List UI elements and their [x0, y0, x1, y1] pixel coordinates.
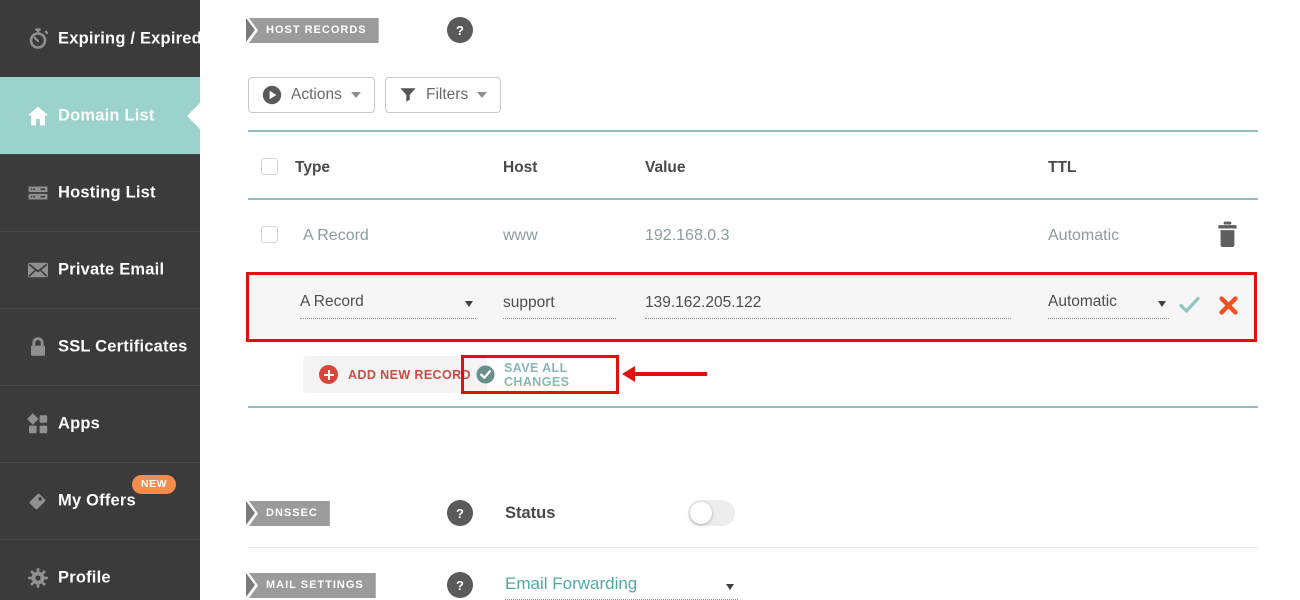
tag-icon [26, 489, 50, 513]
mail-settings-section-badge: MAIL SETTINGS [246, 573, 376, 598]
dnssec-status-toggle[interactable] [688, 500, 735, 526]
sidebar-item-label: Expiring / Expired [58, 29, 202, 47]
gear-icon [26, 566, 50, 590]
dnssec-status-label: Status [505, 504, 556, 522]
record-host-cell: www [503, 227, 538, 244]
filters-dropdown-button[interactable]: Filters [385, 77, 502, 113]
sidebar-item-label: Profile [58, 568, 111, 587]
ttl-select[interactable]: Automatic [1048, 290, 1169, 319]
sidebar-item-label: My Offers [58, 491, 136, 510]
actions-label: Actions [291, 86, 342, 103]
chevron-down-icon [726, 584, 734, 590]
dnssec-section-label: DNSSEC [248, 501, 330, 526]
sidebar-item-ssl-certificates[interactable]: SSL Certificates [0, 308, 200, 385]
new-badge: NEW [132, 475, 176, 494]
trash-icon[interactable] [1216, 221, 1239, 253]
save-all-changes-label: SAVE ALL CHANGES [504, 360, 570, 389]
column-header-type: Type [295, 159, 331, 176]
chevron-down-icon [465, 301, 473, 307]
dnssec-section-badge: DNSSEC [246, 501, 330, 526]
sidebar-item-profile[interactable]: Profile [0, 539, 200, 600]
select-all-checkbox[interactable] [261, 158, 278, 175]
check-circle-icon [476, 365, 495, 384]
lock-icon [26, 335, 50, 359]
actions-dropdown-button[interactable]: Actions [248, 77, 375, 113]
dnssec-help-icon[interactable]: ? [447, 500, 473, 526]
domain-management-page: Expiring / Expired Domain List Hosting L… [0, 0, 1300, 600]
host-input[interactable] [503, 290, 616, 316]
save-all-changes-button[interactable]: SAVE ALL CHANGES [464, 361, 616, 389]
annotation-arrow-line [633, 372, 707, 376]
host-records-section-badge: HOST RECORDS [246, 18, 379, 43]
toggle-knob [690, 502, 712, 524]
home-icon [26, 104, 50, 128]
plus-circle-icon [319, 365, 338, 384]
cancel-x-icon[interactable] [1219, 296, 1238, 320]
funnel-icon [399, 86, 417, 104]
dnssec-mail-divider [248, 547, 1258, 548]
value-input[interactable] [645, 290, 1011, 316]
record-type-value: A Record [300, 293, 364, 310]
sidebar-item-label: SSL Certificates [58, 337, 188, 356]
add-new-record-label: ADD NEW RECORD [348, 367, 471, 382]
chevron-down-icon [1158, 301, 1166, 307]
sidebar-item-private-email[interactable]: Private Email [0, 231, 200, 308]
server-icon [26, 181, 50, 205]
column-header-ttl: TTL [1048, 159, 1077, 176]
host-records-section-label: HOST RECORDS [248, 18, 379, 43]
table-top-divider [248, 130, 1258, 132]
filters-label: Filters [426, 86, 469, 103]
mail-settings-select[interactable]: Email Forwarding [505, 574, 738, 600]
save-annotation-box: SAVE ALL CHANGES [461, 355, 619, 394]
host-records-help-icon[interactable]: ? [447, 17, 473, 43]
mail-settings-section-label: MAIL SETTINGS [248, 573, 376, 598]
column-header-host: Host [503, 159, 538, 176]
record-value-cell: 192.168.0.3 [645, 227, 730, 244]
sidebar-item-label: Private Email [58, 260, 165, 279]
sidebar-item-hosting-list[interactable]: Hosting List [0, 154, 200, 231]
add-new-record-button[interactable]: ADD NEW RECORD [303, 356, 487, 393]
confirm-check-icon[interactable] [1179, 296, 1200, 319]
column-header-value: Value [645, 159, 686, 176]
sidebar-item-my-offers[interactable]: My Offers NEW [0, 462, 200, 539]
ttl-value: Automatic [1048, 293, 1117, 310]
apps-grid-icon [26, 412, 50, 436]
sidebar-item-label: Domain List [58, 106, 155, 124]
chevron-down-icon [477, 92, 488, 98]
envelope-icon [26, 258, 50, 282]
sidebar-item-label: Apps [58, 414, 101, 433]
sidebar-item-apps[interactable]: Apps [0, 385, 200, 462]
value-field [645, 290, 1011, 319]
record-type-cell: A Record [303, 227, 369, 244]
row-checkbox[interactable] [261, 226, 278, 243]
stopwatch-icon [26, 27, 50, 51]
section-bottom-divider [248, 406, 1258, 408]
sidebar-item-expiring-expired[interactable]: Expiring / Expired [0, 0, 202, 77]
chevron-down-icon [350, 92, 361, 98]
host-field [503, 290, 616, 319]
sidebar-item-domain-list[interactable]: Domain List [0, 77, 200, 154]
sidebar: Expiring / Expired Domain List Hosting L… [0, 0, 202, 600]
table-header-divider [248, 198, 1258, 200]
sidebar-item-label: Hosting List [58, 183, 156, 202]
mail-settings-help-icon[interactable]: ? [447, 572, 473, 598]
play-circle-icon [262, 85, 282, 105]
record-type-select[interactable]: A Record [300, 290, 476, 319]
mail-settings-selected-option: Email Forwarding [505, 574, 638, 593]
record-ttl-cell: Automatic [1048, 227, 1120, 244]
